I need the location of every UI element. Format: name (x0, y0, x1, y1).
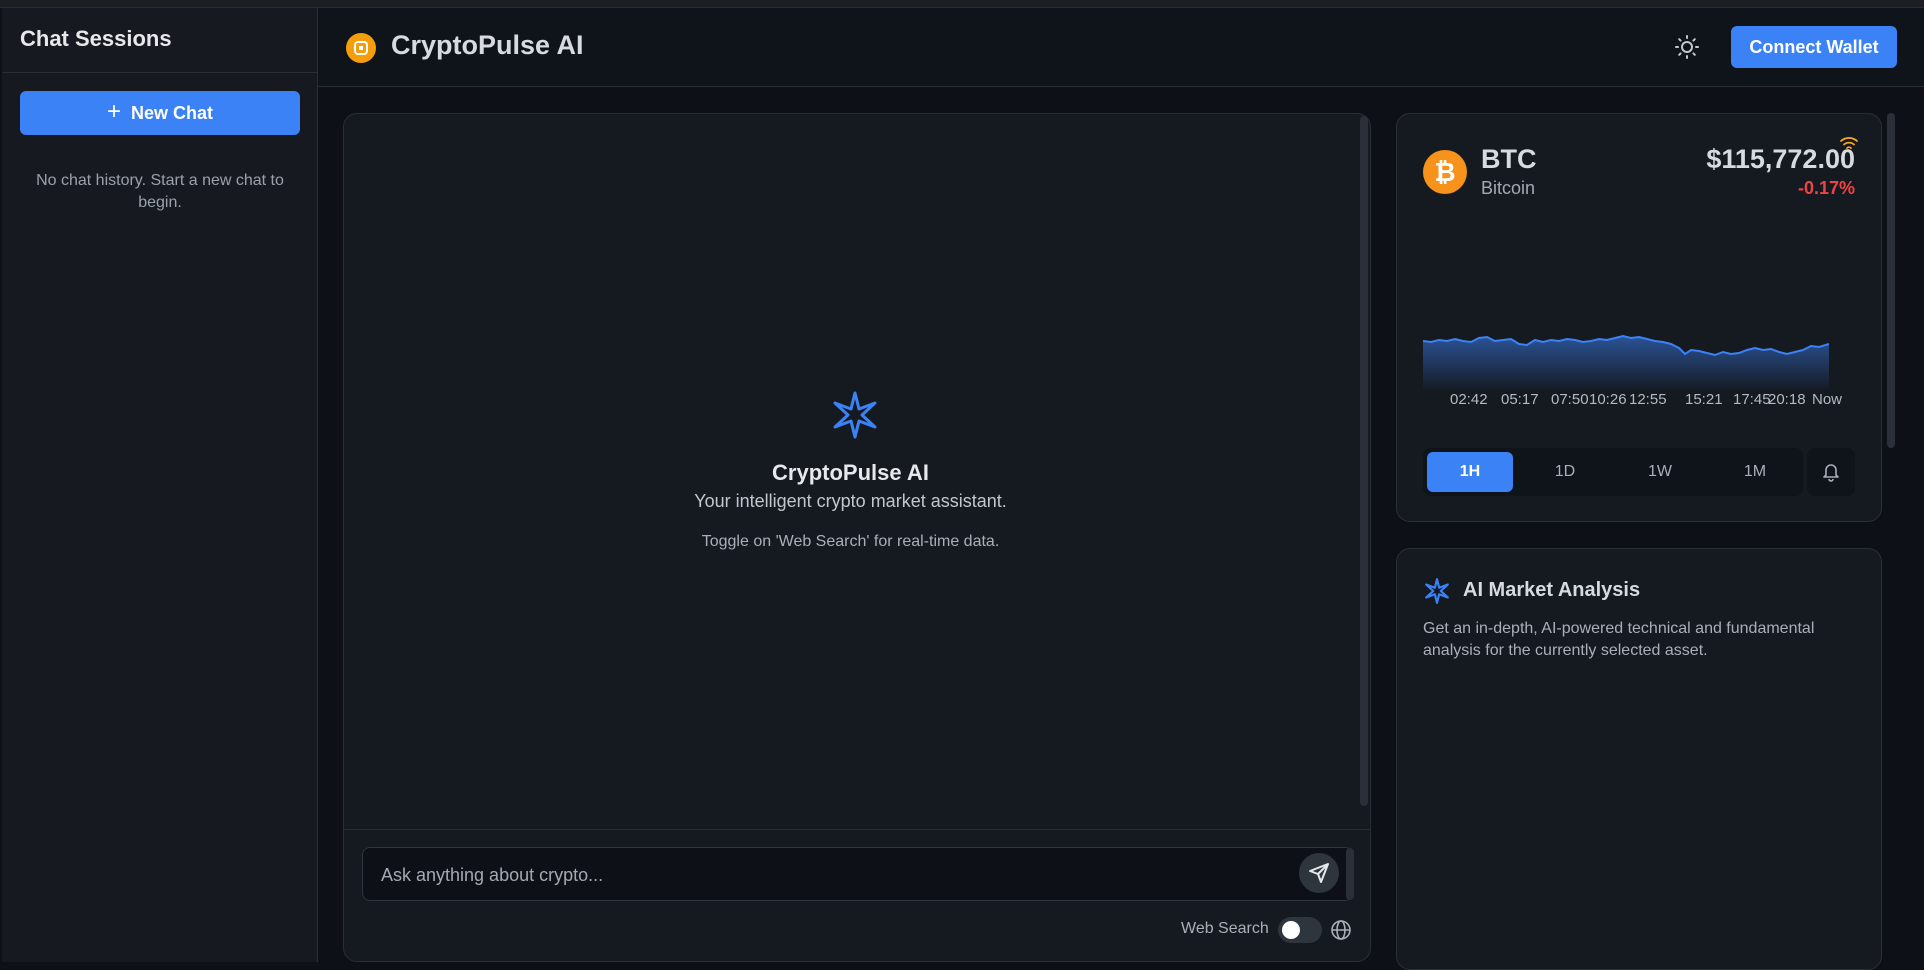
plus-icon: + (106, 98, 121, 125)
price-area (1423, 336, 1829, 390)
web-search-label: Web Search (1181, 920, 1269, 937)
web-search-toggle[interactable] (1278, 917, 1322, 943)
ticker-price: $115,772.00 (1706, 144, 1855, 174)
new-chat-button[interactable]: + New Chat (20, 91, 300, 135)
send-icon (1309, 863, 1329, 883)
ticker-symbol: BTC (1481, 144, 1537, 174)
chat-input-box (362, 847, 1354, 902)
input-scrollbar[interactable] (1346, 848, 1354, 900)
x-tick: 17:45 (1733, 391, 1771, 408)
bitcoin-icon: ₿ (1423, 150, 1467, 194)
ticker-name: Bitcoin (1481, 178, 1536, 198)
x-tick: 05:17 (1501, 391, 1539, 408)
brand-logo-icon (346, 33, 376, 63)
x-tick: 07:50 (1551, 391, 1589, 408)
welcome-title: CryptoPulse AI (772, 460, 929, 485)
x-tick: 12:55 (1629, 391, 1667, 408)
brand-title: CryptoPulse AI (391, 30, 584, 60)
timeframe-selector: 1H 1D 1W 1M (1423, 448, 1803, 496)
price-sparkline-chart (1423, 334, 1829, 390)
x-tick: 10:26 (1589, 391, 1627, 408)
analysis-description: Get an in-depth, AI-powered technical an… (1423, 620, 1815, 659)
chat-input-divider (344, 829, 1370, 830)
x-tick: 15:21 (1685, 391, 1723, 408)
timeframe-1d-button[interactable]: 1D (1522, 452, 1608, 492)
app-header: CryptoPulse AI Connect Wallet (318, 8, 1924, 87)
timeframe-1m-button[interactable]: 1M (1712, 452, 1798, 492)
ai-market-analysis-card: AI Market Analysis Get an in-depth, AI-p… (1396, 548, 1882, 970)
timeframe-1w-button[interactable]: 1W (1617, 452, 1703, 492)
sidebar-title: Chat Sessions (20, 26, 172, 51)
btc-ticker-card: ₿ BTC Bitcoin $115,772.00 -0.17% 02:42 0… (1396, 113, 1882, 522)
chat-sessions-sidebar: Chat Sessions + New Chat No chat history… (2, 8, 318, 962)
empty-history-text: No chat history. Start a new chat to beg… (36, 172, 284, 211)
chat-input[interactable] (379, 848, 1283, 902)
globe-icon[interactable] (1330, 919, 1352, 946)
x-tick: 02:42 (1450, 391, 1488, 408)
chat-panel: CryptoPulse AI Your intelligent crypto m… (343, 113, 1371, 962)
bell-icon (1823, 464, 1839, 482)
sparkle-icon (1423, 577, 1451, 610)
sidebar-divider (2, 72, 317, 73)
timeframe-1h-button[interactable]: 1H (1427, 452, 1513, 492)
analysis-title: AI Market Analysis (1463, 579, 1641, 601)
sparkle-icon (829, 389, 881, 446)
live-signal-icon (1839, 134, 1859, 157)
connect-wallet-button[interactable]: Connect Wallet (1731, 26, 1897, 68)
x-tick: Now (1812, 391, 1843, 408)
send-button[interactable] (1299, 853, 1339, 893)
toggle-knob (1282, 921, 1300, 939)
chat-scrollbar[interactable] (1360, 116, 1368, 806)
window-top-edge (0, 0, 1924, 8)
sun-icon[interactable] (1672, 32, 1702, 62)
right-panel-scrollbar[interactable] (1887, 113, 1895, 448)
ticker-change: -0.17% (1797, 178, 1855, 198)
web-search-hint: Toggle on 'Web Search' for real-time dat… (701, 533, 1000, 550)
price-alert-button[interactable] (1807, 448, 1855, 496)
x-tick: 20:18 (1768, 391, 1806, 408)
welcome-subtitle: Your intelligent crypto market assistant… (694, 491, 1007, 511)
new-chat-label: New Chat (131, 102, 214, 123)
